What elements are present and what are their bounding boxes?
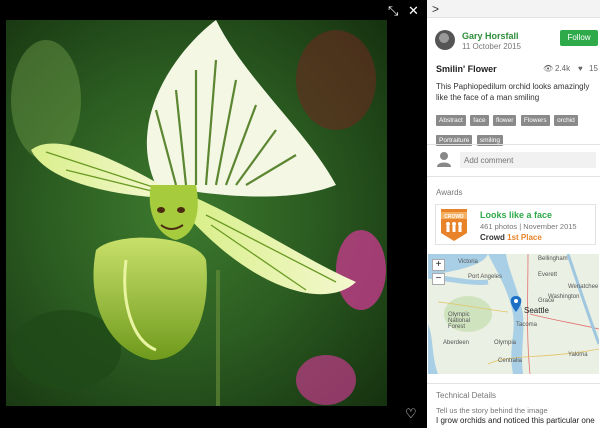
award-card[interactable]: CROWD Looks like a face 461 photos | Nov…	[435, 204, 596, 245]
map-label: Wenatchee	[568, 284, 599, 290]
map-label: Tacoma	[516, 322, 538, 328]
award-rank-value: 1st Place	[507, 233, 542, 242]
photo-description: This Paphiopedilum orchid looks amazingl…	[436, 82, 590, 102]
likes-icon[interactable]: ♥	[578, 64, 583, 73]
upload-date: 11 October 2015	[462, 42, 522, 51]
crowd-badge-icon: CROWD	[441, 209, 467, 241]
orchid-image	[6, 20, 387, 406]
photo-title: Smilin' Flower	[436, 64, 497, 74]
photo-viewer: ⤡ ✕ ♡	[0, 0, 427, 428]
expand-icon[interactable]: ⤡	[388, 4, 398, 17]
heart-icon[interactable]: ♡	[405, 406, 417, 422]
comment-input[interactable]	[460, 152, 596, 168]
map-label: Aberdeen	[443, 340, 470, 346]
award-subtitle: 461 photos | November 2015	[480, 222, 577, 231]
location-map[interactable]: + − Victoria Bellingham Port Angeles Eve…	[428, 254, 599, 374]
badge-text: CROWD	[444, 214, 464, 220]
details-panel: > Gary Horsfall 11 October 2015 Follow S…	[427, 0, 600, 428]
tag[interactable]: orchid	[554, 115, 578, 126]
map-label: Port Angeles	[468, 274, 503, 280]
author-name[interactable]: Gary Horsfall	[462, 31, 519, 41]
awards-heading: Awards	[436, 188, 463, 197]
story-text: I grow orchids and noticed this particul…	[436, 416, 595, 425]
divider	[427, 144, 600, 145]
orchid-photo[interactable]	[6, 20, 387, 406]
map-label: Centralia	[498, 358, 523, 364]
views-count: 2.4k	[555, 64, 571, 73]
tag[interactable]: Flowers	[520, 115, 550, 126]
award-title[interactable]: Looks like a face	[480, 210, 552, 220]
map-label: Everett	[538, 272, 558, 278]
map-label: Olympic National Forest	[448, 312, 471, 330]
panel-header	[427, 0, 600, 18]
story-prompt: Tell us the story behind the image	[436, 406, 548, 415]
tag[interactable]: Abstract	[436, 115, 466, 126]
divider	[427, 383, 600, 384]
map-label: Bellingham	[538, 256, 568, 262]
award-rank-prefix: Crowd	[480, 233, 505, 242]
zoom-out-button[interactable]: −	[432, 273, 445, 285]
views-icon: 👁︎	[543, 64, 554, 73]
technical-heading: Technical Details	[436, 391, 497, 400]
map-label: Seattle	[524, 306, 549, 315]
avatar[interactable]	[435, 30, 455, 50]
likes-count: 15	[589, 64, 598, 73]
user-icon	[437, 152, 451, 167]
divider	[427, 176, 600, 177]
tag[interactable]: face	[470, 115, 489, 126]
award-rank: Crowd 1st Place	[480, 233, 542, 242]
map-label: Olympia	[494, 340, 517, 346]
follow-button[interactable]: Follow	[560, 30, 598, 46]
tag[interactable]: flower	[493, 115, 517, 126]
close-icon[interactable]: ✕	[408, 4, 419, 17]
map-label: Grace	[538, 298, 555, 304]
zoom-in-button[interactable]: +	[432, 259, 445, 271]
chevron-right-icon[interactable]: >	[432, 2, 439, 16]
map-label: Yakima	[568, 352, 588, 358]
map-label: Victoria	[458, 259, 478, 265]
tag-list: Abstract face flower Flowers orchid Port…	[436, 109, 596, 149]
